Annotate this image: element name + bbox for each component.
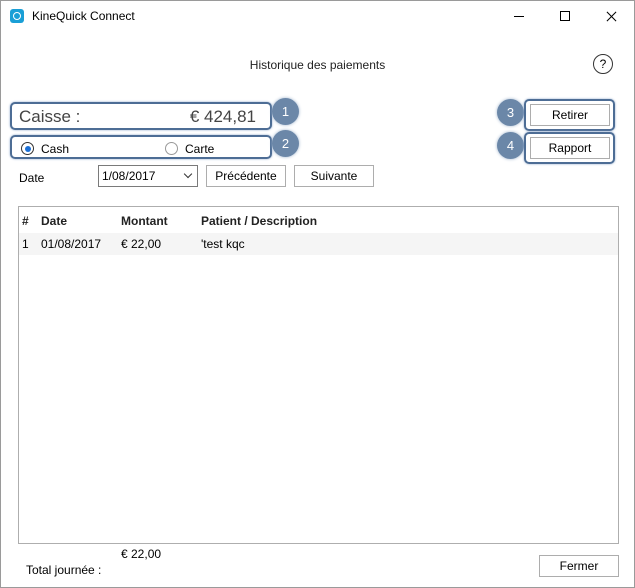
- caisse-label: Caisse :: [19, 107, 81, 126]
- next-button[interactable]: Suivante: [294, 165, 374, 187]
- annotation-badge-4: 4: [497, 132, 524, 159]
- annotation-badge-3: 3: [497, 99, 524, 126]
- cell-number: 1: [22, 237, 29, 251]
- table-row[interactable]: 1 01/08/2017 € 22,00 'test kqc: [19, 233, 618, 255]
- payment-mode-group: Cash Carte: [10, 135, 272, 159]
- total-label: Total journée :: [26, 563, 102, 577]
- retirer-highlight: Retirer: [524, 99, 615, 131]
- chevron-down-icon[interactable]: [183, 169, 193, 179]
- help-icon[interactable]: ?: [593, 54, 613, 74]
- retirer-button[interactable]: Retirer: [530, 104, 610, 126]
- app-logo-icon: [10, 9, 24, 23]
- column-header-date: Date: [41, 214, 68, 228]
- maximize-icon[interactable]: [543, 1, 589, 32]
- date-label: Date: [19, 171, 45, 185]
- previous-button[interactable]: Précédente: [206, 165, 286, 187]
- cell-patient: 'test kqc: [201, 237, 245, 251]
- cell-date: 01/08/2017: [41, 237, 102, 251]
- rapport-button[interactable]: Rapport: [530, 137, 610, 159]
- rapport-highlight: Rapport: [524, 132, 615, 164]
- caisse-value: € 424,81: [189, 107, 256, 126]
- title-bar: KineQuick Connect: [1, 1, 634, 32]
- cell-amount: € 22,00: [121, 237, 162, 251]
- close-icon[interactable]: [589, 1, 635, 32]
- app-window: KineQuick Connect Historique des paiemen…: [0, 0, 635, 588]
- radio-cash[interactable]: [21, 142, 34, 155]
- window-title: KineQuick Connect: [32, 9, 135, 23]
- annotation-badge-1: 1: [272, 98, 299, 125]
- minimize-icon[interactable]: [497, 1, 543, 32]
- caisse-display: Caisse : € 424,81: [10, 102, 272, 130]
- column-header-number: #: [22, 214, 29, 228]
- close-button[interactable]: Fermer: [539, 555, 619, 577]
- page-title: Historique des paiements: [249, 58, 386, 72]
- radio-carte[interactable]: [165, 142, 178, 155]
- radio-cash-label[interactable]: Cash: [41, 142, 69, 156]
- date-picker[interactable]: 1/08/2017: [98, 165, 198, 187]
- date-value: 1/08/2017: [102, 169, 156, 183]
- column-header-patient: Patient / Description: [201, 214, 318, 228]
- payments-table[interactable]: # Date Montant Patient / Description 1 0…: [18, 206, 619, 544]
- column-header-amount: Montant: [121, 214, 168, 228]
- total-amount: € 22,00: [121, 547, 162, 561]
- radio-carte-label[interactable]: Carte: [185, 142, 214, 156]
- annotation-badge-2: 2: [272, 130, 299, 157]
